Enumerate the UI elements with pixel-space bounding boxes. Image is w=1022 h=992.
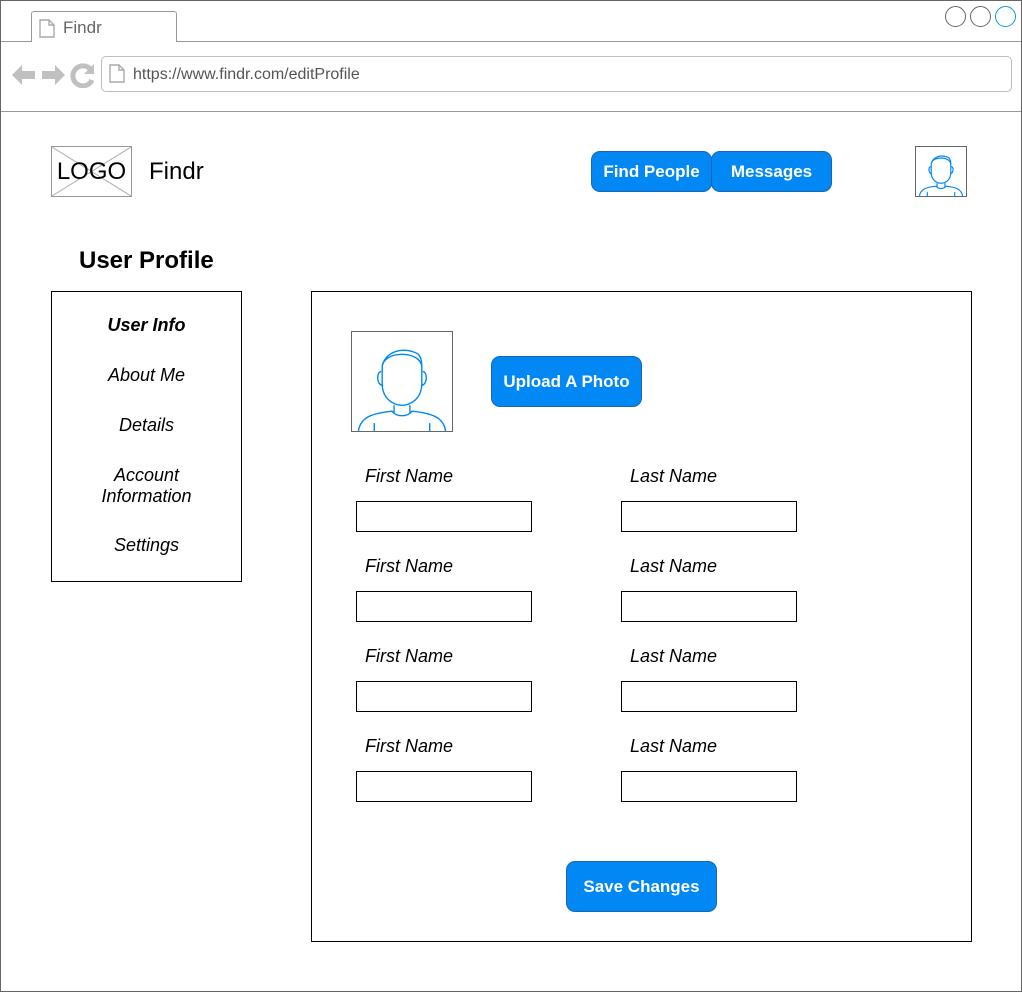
messages-button[interactable]: Messages	[711, 151, 832, 192]
profile-photo-icon	[357, 349, 447, 431]
reload-icon[interactable]	[70, 63, 95, 89]
last-name-label: Last Name	[630, 556, 718, 576]
first-name-input[interactable]	[356, 681, 532, 712]
first-name-label: First Name	[365, 736, 454, 756]
brand-name: Findr	[149, 158, 204, 185]
tab-title: Findr	[63, 18, 102, 37]
find-people-button[interactable]: Find People	[591, 151, 712, 192]
last-name-label: Last Name	[630, 646, 718, 666]
maximize-icon[interactable]	[970, 6, 991, 27]
sidebar-item-user-info[interactable]: User Info	[52, 315, 241, 336]
address-bar[interactable]: https://www.findr.com/editProfile	[101, 56, 1012, 92]
tab-bar: Findr	[1, 1, 1021, 42]
last-name-input[interactable]	[621, 501, 797, 532]
browser-toolbar: https://www.findr.com/editProfile	[1, 42, 1021, 112]
first-name-input[interactable]	[356, 591, 532, 622]
last-name-label: Last Name	[630, 736, 718, 756]
last-name-input[interactable]	[621, 681, 797, 712]
page-icon	[109, 64, 125, 88]
first-name-input[interactable]	[356, 771, 532, 802]
save-changes-button[interactable]: Save Changes	[566, 861, 717, 912]
logo: LOGO	[51, 146, 132, 197]
first-name-input[interactable]	[356, 501, 532, 532]
sidebar-item-account-information[interactable]: Account Information	[52, 465, 241, 507]
back-arrow-icon[interactable]	[12, 65, 35, 85]
sidebar-item-details[interactable]: Details	[52, 415, 241, 436]
browser-window: Findr https://www.findr.com/editProfile …	[0, 0, 1022, 992]
minimize-icon[interactable]	[945, 6, 966, 27]
first-name-label: First Name	[365, 556, 454, 576]
upload-photo-button[interactable]: Upload A Photo	[491, 356, 642, 407]
browser-tab[interactable]: Findr	[31, 11, 177, 42]
forward-arrow-icon[interactable]	[42, 65, 65, 85]
page-icon	[39, 19, 55, 43]
user-avatar[interactable]	[915, 146, 967, 197]
page-title: User Profile	[79, 247, 214, 274]
profile-form-panel: Upload A Photo First Name Last Name Firs…	[311, 291, 972, 942]
logo-text: LOGO	[56, 158, 127, 185]
sidebar-item-about-me[interactable]: About Me	[52, 365, 241, 386]
user-avatar-icon	[918, 155, 964, 196]
last-name-input[interactable]	[621, 771, 797, 802]
close-icon[interactable]	[995, 6, 1016, 27]
profile-photo	[351, 331, 453, 432]
sidebar-item-settings[interactable]: Settings	[52, 535, 241, 556]
profile-sidebar: User Info About Me Details Account Infor…	[51, 291, 242, 582]
first-name-label: First Name	[365, 466, 454, 486]
nav-icons	[11, 62, 95, 93]
last-name-input[interactable]	[621, 591, 797, 622]
first-name-label: First Name	[365, 646, 454, 666]
url-text: https://www.findr.com/editProfile	[133, 66, 360, 83]
last-name-label: Last Name	[630, 466, 718, 486]
